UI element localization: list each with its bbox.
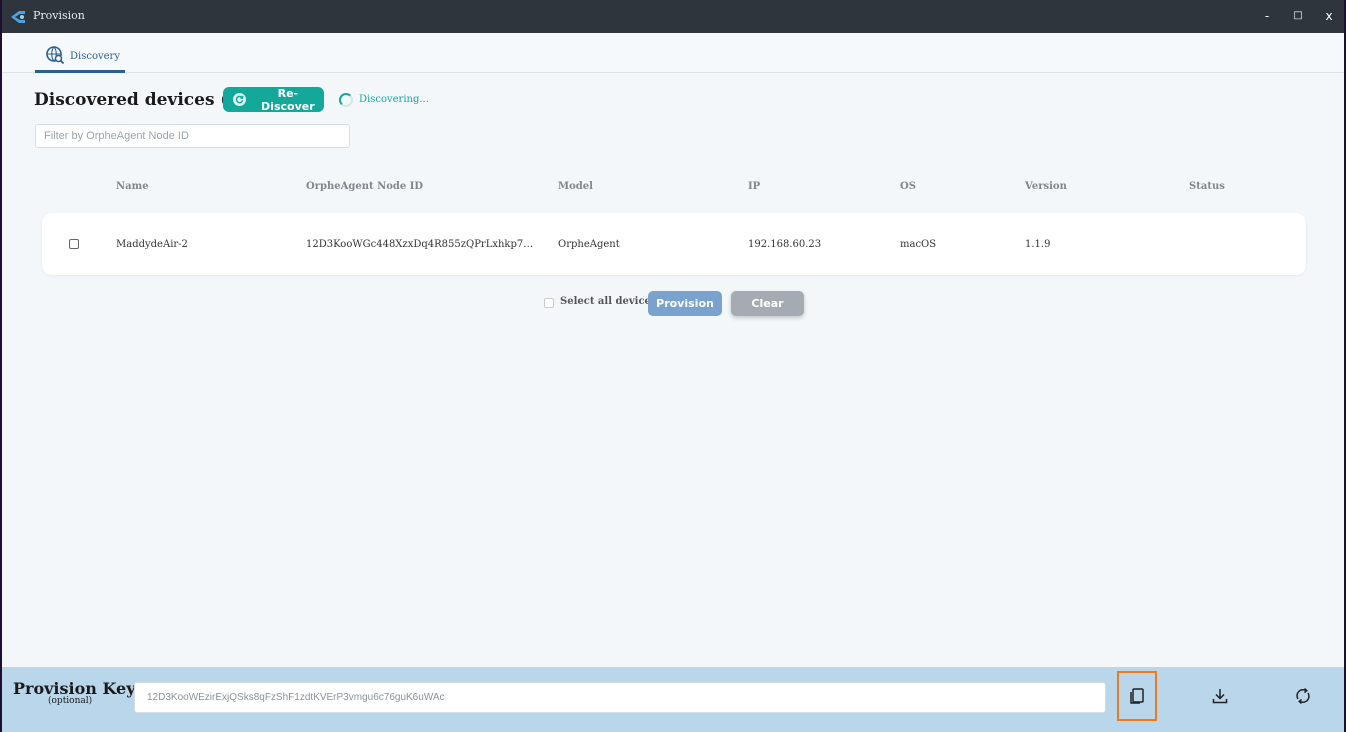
device-node-id: 12D3KooWGc448XzxDq4R855zQPrLxhkp7YxSUTMG… — [306, 239, 538, 250]
globe-search-icon — [46, 46, 65, 65]
tab-label: Discovery — [70, 51, 120, 62]
tab-bar: Discovery — [2, 33, 1344, 73]
minimize-button[interactable]: - — [1257, 6, 1277, 26]
download-icon — [1212, 689, 1228, 704]
app-logo-icon — [11, 11, 25, 23]
title-bar: Provision - □ x — [2, 0, 1344, 33]
app-window: Provision - □ x Discovery Discovered dev… — [2, 0, 1344, 732]
select-all-checkbox[interactable] — [544, 298, 554, 308]
refresh-icon — [1296, 687, 1310, 705]
column-header-os: OS — [900, 181, 916, 192]
device-name: MaddydeAir-2 — [116, 239, 188, 250]
download-key-button[interactable] — [1200, 671, 1240, 721]
column-header-model: Model — [558, 181, 593, 192]
provision-button[interactable]: Provision — [648, 291, 722, 316]
device-version: 1.1.9 — [1025, 239, 1051, 250]
maximize-button[interactable]: □ — [1288, 6, 1308, 26]
refresh-icon — [233, 93, 246, 106]
provision-key-bar: Provision Key (optional) — [2, 667, 1344, 732]
regenerate-key-button[interactable] — [1283, 671, 1323, 721]
column-header-version: Version — [1025, 181, 1067, 192]
node-id-filter-input[interactable] — [35, 124, 350, 148]
copy-key-button[interactable] — [1117, 671, 1157, 721]
device-os: macOS — [900, 239, 937, 250]
loading-spinner-icon — [339, 93, 353, 107]
copy-icon — [1130, 688, 1144, 704]
tab-discovery[interactable]: Discovery — [35, 45, 125, 73]
column-header-ip: IP — [748, 181, 761, 192]
window-title: Provision — [33, 9, 85, 22]
provision-key-input[interactable] — [134, 682, 1106, 713]
select-all-label[interactable]: Select all devices — [560, 296, 657, 307]
provision-key-subtitle: (optional) — [48, 696, 93, 706]
rediscover-button[interactable]: Re-Discover — [223, 86, 324, 113]
rediscover-label: Re-Discover — [261, 86, 315, 113]
clear-button[interactable]: Clear — [731, 291, 804, 316]
page-title: Discovered devices (1 ) — [34, 90, 255, 110]
discovery-status: Discovering... — [359, 94, 429, 105]
row-select-checkbox[interactable] — [69, 239, 79, 249]
device-ip: 192.168.60.23 — [748, 239, 822, 250]
device-model: OrpheAgent — [558, 239, 620, 250]
column-header-status: Status — [1189, 181, 1225, 192]
close-button[interactable]: x — [1319, 6, 1339, 26]
column-header-node-id: OrpheAgent Node ID — [306, 181, 424, 192]
column-header-name: Name — [116, 181, 149, 192]
